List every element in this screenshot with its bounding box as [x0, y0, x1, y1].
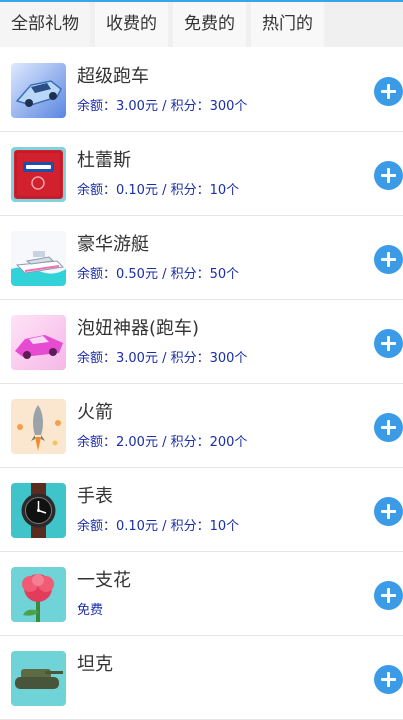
- pink-sportscar-icon: [11, 315, 66, 370]
- gift-price: 余额：0.50元 / 积分：50个: [77, 267, 240, 282]
- gift-item[interactable]: 泡妞神器(跑车) 余额：3.00元 / 积分：300个: [0, 300, 403, 384]
- add-gift-button[interactable]: [374, 581, 403, 610]
- gift-item[interactable]: 手表 余额：0.10元 / 积分：10个: [0, 468, 403, 552]
- gift-name: 豪华游艇: [77, 234, 149, 255]
- add-gift-button[interactable]: [374, 497, 403, 526]
- supercar-icon: [11, 63, 66, 118]
- add-gift-button[interactable]: [374, 329, 403, 358]
- gift-price: 余额：0.10元 / 积分：10个: [77, 519, 240, 534]
- durex-icon: [11, 147, 66, 202]
- flower-icon: [11, 567, 66, 622]
- yacht-icon: [11, 231, 66, 286]
- gift-category-tabs: 全部礼物 收费的 免费的 热门的: [0, 2, 403, 47]
- gift-name: 泡妞神器(跑车): [77, 318, 200, 339]
- gift-item[interactable]: 火箭 余额：2.00元 / 积分：200个: [0, 384, 403, 468]
- tab-paid[interactable]: 收费的: [95, 2, 168, 47]
- gift-name: 一支花: [77, 570, 131, 591]
- gift-price: 余额：2.00元 / 积分：200个: [77, 435, 248, 450]
- tab-all-gifts[interactable]: 全部礼物: [0, 2, 90, 47]
- add-gift-button[interactable]: [374, 665, 403, 694]
- gift-name: 手表: [77, 486, 113, 507]
- gift-item[interactable]: 豪华游艇 余额：0.50元 / 积分：50个: [0, 216, 403, 300]
- rocket-icon: [11, 399, 66, 454]
- tab-free[interactable]: 免费的: [173, 2, 246, 47]
- tank-icon: [11, 651, 66, 706]
- gift-name: 坦克: [77, 654, 113, 675]
- add-gift-button[interactable]: [374, 245, 403, 274]
- add-gift-button[interactable]: [374, 77, 403, 106]
- gift-name: 超级跑车: [77, 66, 149, 87]
- gift-item[interactable]: 坦克: [0, 636, 403, 720]
- gift-item[interactable]: 超级跑车 余额：3.00元 / 积分：300个: [0, 48, 403, 132]
- watch-icon: [11, 483, 66, 538]
- gift-item[interactable]: 杜蕾斯 余额：0.10元 / 积分：10个: [0, 132, 403, 216]
- gift-price: 余额：3.00元 / 积分：300个: [77, 351, 248, 366]
- tab-popular[interactable]: 热门的: [251, 2, 324, 47]
- gift-item[interactable]: 一支花 免费: [0, 552, 403, 636]
- gift-name: 火箭: [77, 402, 113, 423]
- gift-list: 超级跑车 余额：3.00元 / 积分：300个 杜蕾斯 余额：0.10元 / 积…: [0, 48, 403, 720]
- gift-price: 免费: [77, 603, 104, 618]
- add-gift-button[interactable]: [374, 413, 403, 442]
- gift-name: 杜蕾斯: [77, 150, 131, 171]
- add-gift-button[interactable]: [374, 161, 403, 190]
- gift-price: 余额：3.00元 / 积分：300个: [77, 99, 248, 114]
- gift-price: 余额：0.10元 / 积分：10个: [77, 183, 240, 198]
